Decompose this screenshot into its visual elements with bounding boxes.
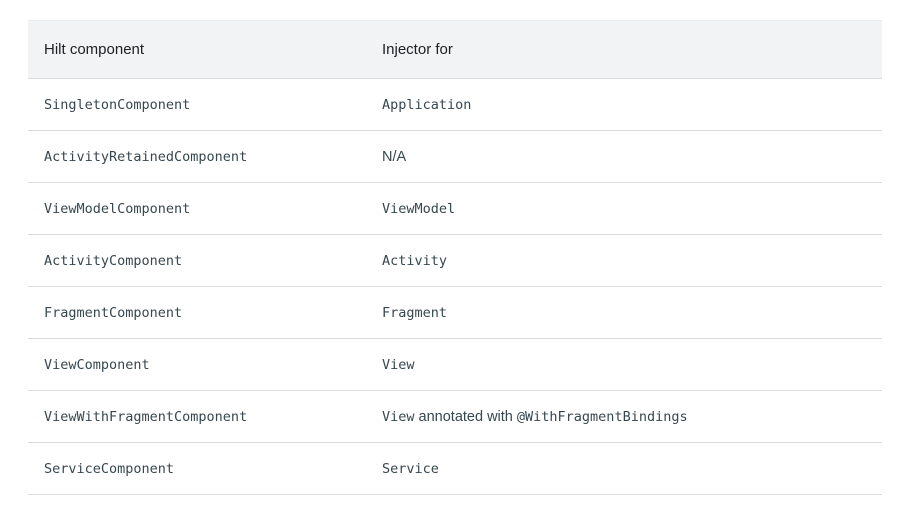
component-cell: FragmentComponent [28, 304, 382, 322]
table-row: ViewWithFragmentComponent View annotated… [28, 391, 882, 443]
table-row: ViewModelComponent ViewModel [28, 183, 882, 235]
injector-annotation: @WithFragmentBindings [516, 408, 688, 425]
table-row: ServiceComponent Service [28, 443, 882, 495]
component-cell: ViewModelComponent [28, 200, 382, 218]
component-name: SingletonComponent [44, 96, 191, 113]
injector-cell: ViewModel [382, 200, 882, 218]
injector-cell: View [382, 356, 882, 374]
component-cell: ViewWithFragmentComponent [28, 408, 382, 426]
component-name: FragmentComponent [44, 304, 183, 321]
injector-name: ViewModel [382, 200, 456, 217]
injector-name: Activity [382, 252, 448, 269]
component-name: ActivityRetainedComponent [44, 148, 248, 165]
component-name: ViewComponent [44, 356, 150, 373]
injector-name: Application [382, 96, 472, 113]
table-row: ActivityRetainedComponent N/A [28, 131, 882, 183]
component-name: ActivityComponent [44, 252, 183, 269]
component-name: ServiceComponent [44, 460, 175, 477]
injector-cell: Application [382, 96, 882, 114]
header-injector-for: Injector for [382, 41, 453, 58]
injector-cell: Fragment [382, 304, 882, 322]
component-cell: ServiceComponent [28, 460, 382, 478]
component-cell: ActivityComponent [28, 252, 382, 270]
table-row: FragmentComponent Fragment [28, 287, 882, 339]
table-header-row: Hilt component Injector for [28, 20, 882, 79]
injector-cell: Activity [382, 252, 882, 270]
injector-cell: N/A [382, 148, 882, 166]
injector-name: Service [382, 460, 439, 477]
component-cell: ActivityRetainedComponent [28, 148, 382, 166]
table-row: SingletonComponent Application [28, 79, 882, 131]
table-row: ViewComponent View [28, 339, 882, 391]
hilt-components-table: Hilt component Injector for SingletonCom… [28, 20, 882, 495]
component-cell: ViewComponent [28, 356, 382, 374]
injector-name: Fragment [382, 304, 448, 321]
component-cell: SingletonComponent [28, 96, 382, 114]
injector-name: N/A [382, 148, 407, 165]
injector-name: View [382, 408, 415, 425]
injector-name: View [382, 356, 415, 373]
table-row: ActivityComponent Activity [28, 235, 882, 287]
injector-cell: Service [382, 460, 882, 478]
header-hilt-component: Hilt component [44, 41, 145, 58]
component-name: ViewWithFragmentComponent [44, 408, 248, 425]
component-name: ViewModelComponent [44, 200, 191, 217]
injector-description: annotated with [414, 408, 517, 425]
injector-cell: View annotated with @WithFragmentBinding… [382, 408, 882, 426]
